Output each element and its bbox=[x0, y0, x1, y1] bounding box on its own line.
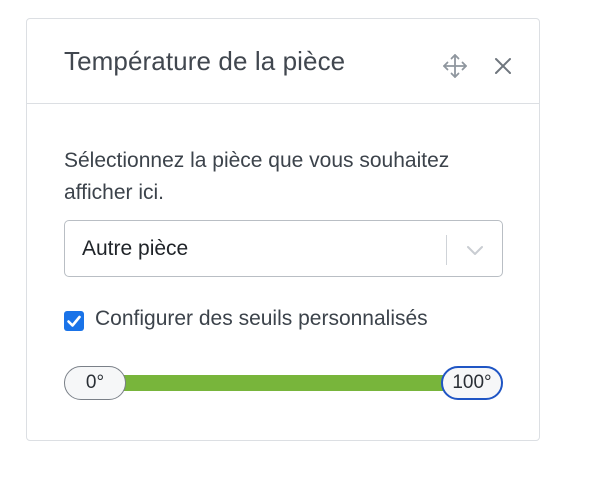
threshold-slider[interactable]: 0° 100° bbox=[64, 366, 504, 400]
checkmark-icon bbox=[67, 315, 81, 327]
move-icon[interactable] bbox=[441, 52, 469, 80]
panel-header: Température de la pièce bbox=[27, 19, 539, 104]
slider-max-handle[interactable]: 100° bbox=[441, 366, 503, 400]
room-temperature-panel: Température de la pièce Sélectionnez la … bbox=[26, 18, 540, 441]
room-select[interactable]: Autre pièce bbox=[64, 220, 503, 277]
close-icon[interactable] bbox=[491, 54, 515, 78]
custom-thresholds-checkbox[interactable] bbox=[64, 311, 84, 331]
custom-thresholds-label[interactable]: Configurer des seuils personnalisés bbox=[95, 307, 428, 331]
slider-range-fill bbox=[122, 375, 444, 391]
select-separator bbox=[446, 235, 447, 265]
chevron-down-icon[interactable] bbox=[464, 240, 486, 260]
room-select-description: Sélectionnez la pièce que vous souhaitez… bbox=[64, 149, 450, 204]
panel-title: Température de la pièce bbox=[64, 46, 346, 76]
slider-min-handle[interactable]: 0° bbox=[64, 366, 126, 400]
room-select-value: Autre pièce bbox=[82, 237, 189, 260]
